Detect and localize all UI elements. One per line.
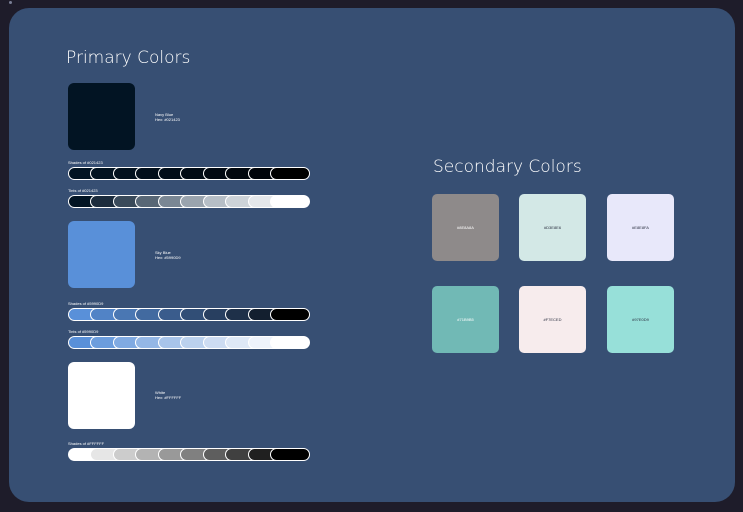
secondary-swatch-1: #8E8A8A <box>432 194 499 261</box>
color-step-pill <box>270 308 310 321</box>
secondary-swatch-5: #F7ECED <box>519 286 586 353</box>
swatch-hex-label: #71B9B5 <box>457 317 474 322</box>
swatch-hex-label: #F7ECED <box>543 317 562 322</box>
swatch-white <box>68 362 135 429</box>
color-step-pill <box>270 336 310 349</box>
swatch-info-navy-blue: Navy Blue Hex: #021423 <box>155 112 180 122</box>
color-step-pill <box>270 195 310 208</box>
swatch-info-sky-blue: Sky Blue Hex: #5990D9 <box>155 250 181 260</box>
shades-label-white: Shades of #FFFFFF <box>68 441 105 446</box>
color-hex: Hex: #FFFFFF <box>155 395 182 400</box>
primary-colors-title: Primary Colors <box>66 48 191 68</box>
tints-strip-sky-blue <box>68 336 310 349</box>
swatch-hex-label: #8E8A8A <box>457 225 474 230</box>
secondary-swatch-4: #71B9B5 <box>432 286 499 353</box>
tints-label-navy-blue: Tints of #021423 <box>68 188 98 193</box>
shades-strip-sky-blue <box>68 308 310 321</box>
tints-label-sky-blue: Tints of #5990D9 <box>68 329 99 334</box>
swatch-info-white: White Hex: #FFFFFF <box>155 390 181 400</box>
color-step-pill <box>270 448 310 461</box>
secondary-colors-title: Secondary Colors <box>433 157 582 177</box>
shades-label-navy-blue: Shades of #021423 <box>68 160 103 165</box>
secondary-swatch-6: #97E0D9 <box>607 286 674 353</box>
color-hex: Hex: #021423 <box>155 117 180 122</box>
swatch-hex-label: #D3E8E6 <box>543 225 562 230</box>
tints-strip-navy-blue <box>68 195 310 208</box>
shades-strip-white <box>68 448 310 461</box>
shades-strip-navy-blue <box>68 167 310 180</box>
color-palette-panel: Primary Colors Navy Blue Hex: #021423 Sh… <box>9 8 735 502</box>
color-hex: Hex: #5990D9 <box>155 255 181 260</box>
swatch-hex-label: #97E0D9 <box>632 317 649 322</box>
window-dot <box>9 1 12 4</box>
secondary-swatch-2: #D3E8E6 <box>519 194 586 261</box>
secondary-swatch-3: #E8E8FA <box>607 194 674 261</box>
swatch-sky-blue <box>68 221 135 288</box>
shades-label-sky-blue: Shades of #5990D9 <box>68 301 104 306</box>
swatch-navy-blue <box>68 83 135 150</box>
swatch-hex-label: #E8E8FA <box>632 225 649 230</box>
color-step-pill <box>270 167 310 180</box>
